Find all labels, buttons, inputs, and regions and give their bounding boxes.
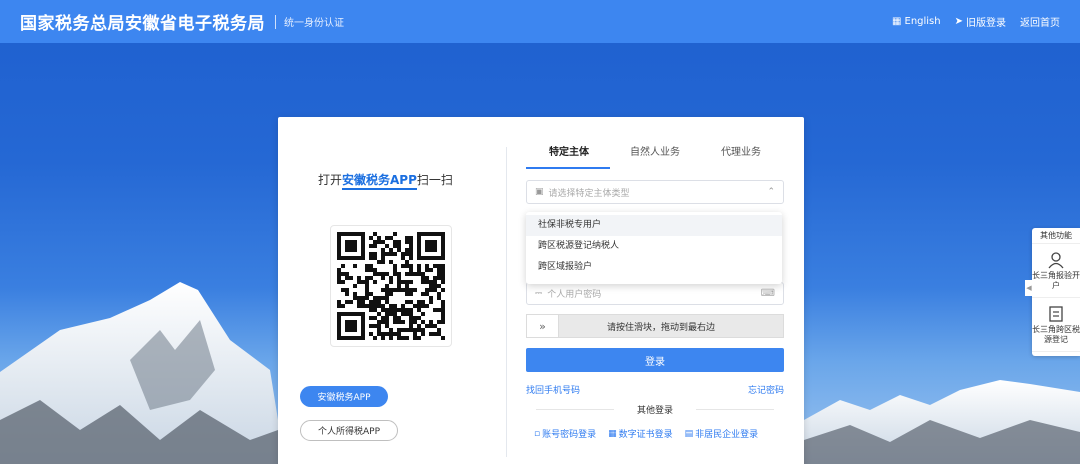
tab-natural-person[interactable]: 自然人业务 xyxy=(612,143,698,167)
scan-instruction: 打开安徽税务APP扫一扫 xyxy=(318,171,453,190)
home-label: 返回首页 xyxy=(1020,18,1060,29)
other-login-options: ▫ 账号密码登录 ▦ 数字证书登录 ▤ 非居民企业登录 xyxy=(534,427,792,441)
anhui-tax-app-button[interactable]: 安徽税务APP xyxy=(300,386,388,407)
entity-type-dropdown: 社保非税专用户 跨区税源登记纳税人 跨区域报验户 xyxy=(526,212,782,284)
scan-app-name: 安徽税务APP xyxy=(342,173,417,190)
certificate-icon: ▦ xyxy=(608,428,617,439)
account-password-login-label: 账号密码登录 xyxy=(542,430,597,440)
old-login-link[interactable]: ➤ 旧版登录 xyxy=(955,14,1006,29)
home-link[interactable]: 返回首页 xyxy=(1020,14,1060,29)
password-field[interactable]: ⎓ 个人用户密码 ⌨ xyxy=(526,282,784,305)
digital-certificate-login[interactable]: ▦ 数字证书登录 xyxy=(608,427,673,441)
login-form-panel: 特定主体 自然人业务 代理业务 ▣ 请选择特定主体类型 ⌃ 社保非税专用户 跨区… xyxy=(526,117,784,464)
person-icon xyxy=(1048,251,1064,268)
lock-icon: ⎓ xyxy=(535,288,543,299)
find-phone-link[interactable]: 找回手机号码 xyxy=(526,383,580,396)
personal-income-tax-app-button[interactable]: 个人所得税APP xyxy=(300,420,398,441)
collapse-arrow-icon[interactable]: ◀ xyxy=(1025,280,1033,296)
entity-type-select[interactable]: ▣ 请选择特定主体类型 ⌃ xyxy=(526,180,784,204)
translate-icon: ▦ xyxy=(892,16,902,27)
qr-code xyxy=(330,225,452,347)
password-placeholder: 个人用户密码 xyxy=(547,290,602,300)
chevron-up-icon: ⌃ xyxy=(767,187,775,197)
slide-verification: » 请按住滑块，拖动到最右边 xyxy=(526,314,784,338)
slider-handle[interactable]: » xyxy=(527,315,559,337)
site-title: 国家税务总局安徽省电子税务局 xyxy=(20,14,265,34)
keyboard-icon[interactable]: ⌨ xyxy=(761,288,775,299)
forgot-password-link[interactable]: 忘记密码 xyxy=(748,383,784,396)
qr-code-image xyxy=(337,232,445,340)
top-header: 国家税务总局安徽省电子税务局 统一身份认证 ▦ English ➤ 旧版登录 返… xyxy=(0,0,1080,43)
account-password-login[interactable]: ▫ 账号密码登录 xyxy=(534,427,597,441)
tab-agent[interactable]: 代理业务 xyxy=(698,143,784,167)
english-label: English xyxy=(904,16,941,27)
site-subtitle: 统一身份认证 xyxy=(284,18,344,29)
nonresident-enterprise-login-label: 非居民企业登录 xyxy=(695,430,759,440)
login-tabs: 特定主体 自然人业务 代理业务 xyxy=(526,143,784,169)
user-lock-icon: ▫ xyxy=(534,428,541,439)
other-login-heading: 其他登录 xyxy=(526,403,784,416)
other-functions-title: 其他功能 xyxy=(1032,228,1080,244)
panel-divider xyxy=(506,147,507,457)
login-button[interactable]: 登录 xyxy=(526,348,784,372)
scan-suffix: 扫一扫 xyxy=(416,173,453,187)
id-card-icon: ▣ xyxy=(535,187,544,197)
side-item-label: 长三角跨区税源登记 xyxy=(1032,324,1080,344)
qr-panel: 打开安徽税务APP扫一扫 安徽税务APP 个人所得税APP xyxy=(278,117,506,464)
english-link[interactable]: ▦ English xyxy=(892,16,941,27)
send-icon: ➤ xyxy=(954,16,963,27)
option-cross-region-taxpayer[interactable]: 跨区税源登记纳税人 xyxy=(526,236,782,257)
login-card: 打开安徽税务APP扫一扫 安徽税务APP 个人所得税APP 特定主体 自然人业务… xyxy=(278,117,804,464)
header-links: ▦ English ➤ 旧版登录 返回首页 xyxy=(892,14,1060,29)
option-cross-region-inspection[interactable]: 跨区域报验户 xyxy=(526,257,782,278)
nonresident-enterprise-login[interactable]: ▤ 非居民企业登录 xyxy=(684,427,759,441)
entity-type-placeholder: 请选择特定主体类型 xyxy=(548,188,630,199)
document-icon xyxy=(1049,305,1063,322)
building-icon: ▤ xyxy=(684,428,694,439)
option-social-security[interactable]: 社保非税专用户 xyxy=(526,215,782,236)
scan-prefix: 打开 xyxy=(318,173,343,187)
slider-instruction: 请按住滑块，拖动到最右边 xyxy=(606,322,715,333)
side-item-label: 长三角报验开户 xyxy=(1032,270,1080,290)
digital-certificate-login-label: 数字证书登录 xyxy=(618,430,673,440)
recovery-links: 找回手机号码 忘记密码 xyxy=(526,383,784,396)
side-item-yrd-account-opening[interactable]: 长三角报验开户 xyxy=(1032,244,1080,298)
other-functions-panel: ◀ 其他功能 长三角报验开户 长三角跨区税源登记 xyxy=(1025,228,1080,356)
old-login-label: 旧版登录 xyxy=(966,18,1006,29)
header-divider xyxy=(275,14,276,29)
side-item-yrd-tax-registration[interactable]: 长三角跨区税源登记 xyxy=(1032,298,1080,352)
tab-specific-entity[interactable]: 特定主体 xyxy=(526,143,612,169)
